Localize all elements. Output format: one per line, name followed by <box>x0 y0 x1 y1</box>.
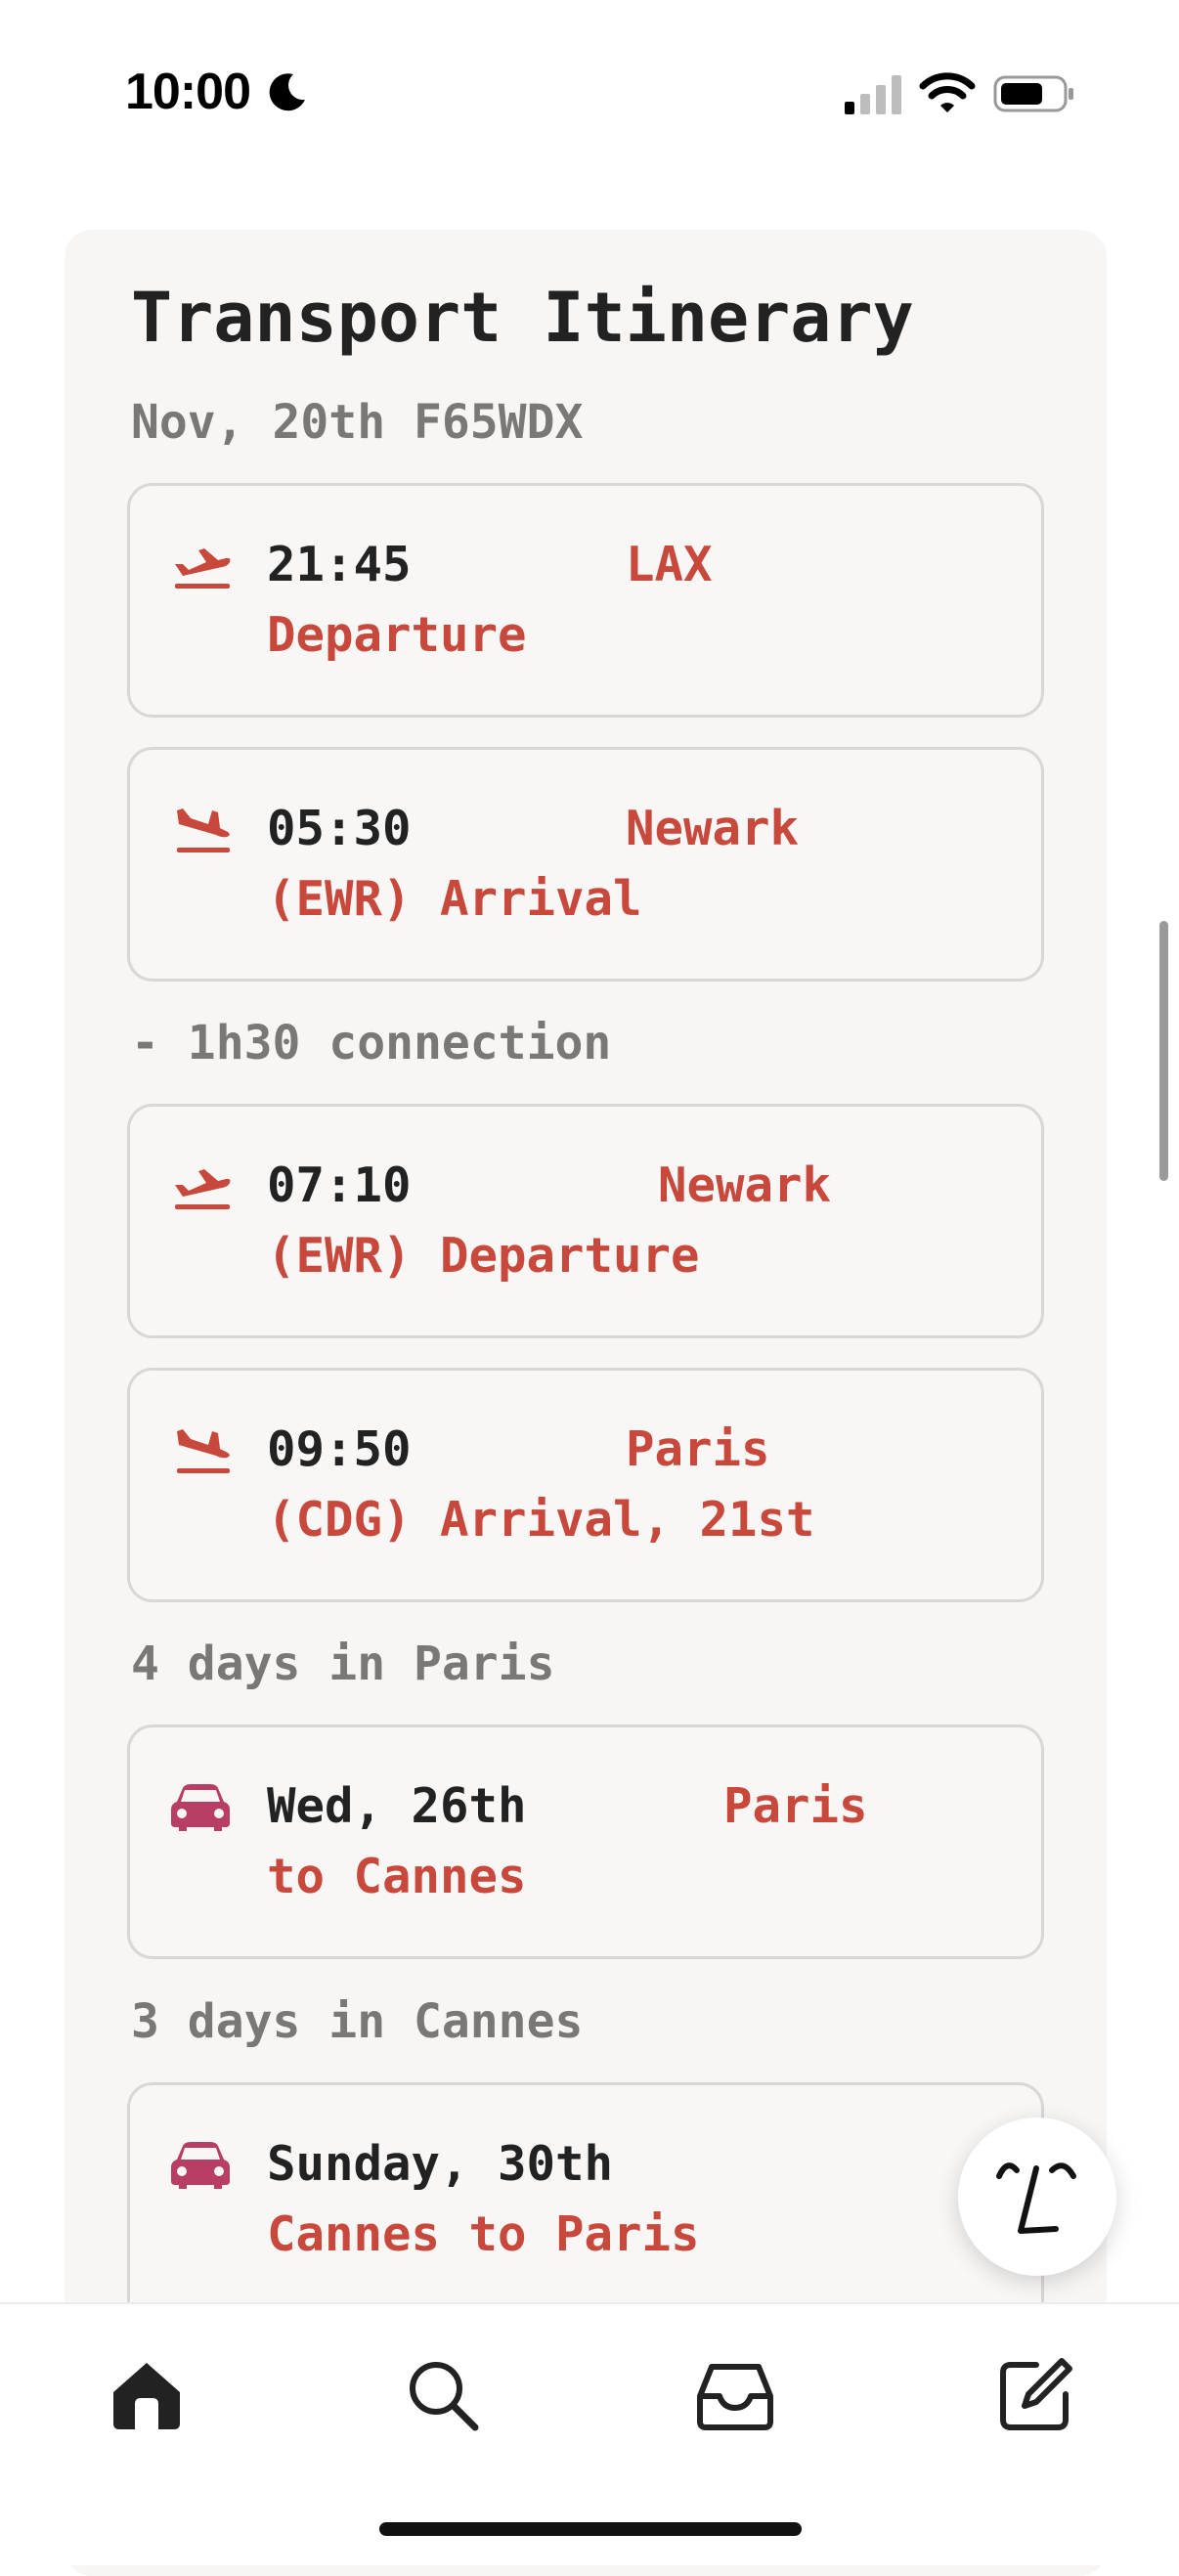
leg-detail: (CDG) Arrival, 21st <box>267 1492 815 1548</box>
wifi-icon <box>919 72 976 112</box>
leg-header: 05:30 Newark <box>267 801 799 856</box>
leg-destination: Newark <box>658 1157 832 1213</box>
plane-departure-icon <box>175 1169 231 1209</box>
cannes-stay-note: 3 days in Cannes <box>131 1994 584 2049</box>
itinerary-subtitle: Nov, 20th F65WDX <box>131 395 584 450</box>
leg-header: 09:50 Paris <box>267 1421 770 1477</box>
leg-time: Wed, 26th <box>267 1778 527 1834</box>
leg-header: 07:10 Newark <box>267 1157 831 1213</box>
cellular-signal-icon <box>845 75 901 114</box>
plane-arrival-icon <box>177 1429 230 1473</box>
leg-header: 21:45 LAX <box>267 537 713 592</box>
leg-detail: (EWR) Departure <box>267 1228 700 1284</box>
compose-icon[interactable] <box>997 2355 1075 2433</box>
inbox-icon[interactable] <box>696 2355 774 2433</box>
assistant-button[interactable] <box>958 2118 1116 2276</box>
leg-detail: Departure <box>267 607 527 663</box>
connection-note: - 1h30 connection <box>131 1016 612 1070</box>
status-time: 10:00 <box>125 64 251 120</box>
itinerary-item-paris-to-cannes[interactable]: Wed, 26th Paris to Cannes <box>127 1725 1044 1959</box>
assistant-face-icon <box>996 2162 1076 2234</box>
status-bar: 10:00 <box>0 0 1179 176</box>
search-icon[interactable] <box>403 2355 481 2433</box>
paris-stay-note: 4 days in Paris <box>131 1637 555 1691</box>
home-indicator[interactable] <box>379 2522 802 2536</box>
moon-icon <box>269 73 305 111</box>
car-icon <box>171 2142 230 2189</box>
itinerary-item-ewr-departure[interactable]: 07:10 Newark (EWR) Departure <box>127 1104 1044 1338</box>
leg-header: Wed, 26th Paris <box>267 1778 868 1834</box>
leg-time: 09:50 <box>267 1421 412 1477</box>
home-icon[interactable] <box>108 2355 186 2433</box>
leg-time: 07:10 <box>267 1157 412 1213</box>
leg-detail: (EWR) Arrival <box>267 871 642 927</box>
car-icon <box>171 1784 230 1831</box>
itinerary-item-ewr-arrival[interactable]: 05:30 Newark (EWR) Arrival <box>127 747 1044 982</box>
leg-destination: LAX <box>626 537 713 592</box>
leg-detail: Cannes to Paris <box>267 2206 700 2262</box>
leg-time: Sunday, 30th <box>267 2136 614 2192</box>
itinerary-item-lax-departure[interactable]: 21:45 LAX Departure <box>127 483 1044 718</box>
leg-time: 21:45 <box>267 537 412 592</box>
leg-detail: to Cannes <box>267 1849 527 1904</box>
leg-destination: Paris <box>626 1421 770 1477</box>
leg-header: Sunday, 30th <box>267 2136 613 2192</box>
leg-time: 05:30 <box>267 801 412 856</box>
leg-destination: Newark <box>626 801 800 856</box>
battery-icon <box>993 75 1073 112</box>
scrollbar[interactable] <box>1159 921 1168 1181</box>
page-title: Transport Itinerary <box>131 278 914 358</box>
plane-arrival-icon <box>177 808 230 852</box>
leg-destination: Paris <box>723 1778 868 1834</box>
itinerary-item-cdg-arrival[interactable]: 09:50 Paris (CDG) Arrival, 21st <box>127 1368 1044 1602</box>
plane-departure-icon <box>175 548 231 589</box>
